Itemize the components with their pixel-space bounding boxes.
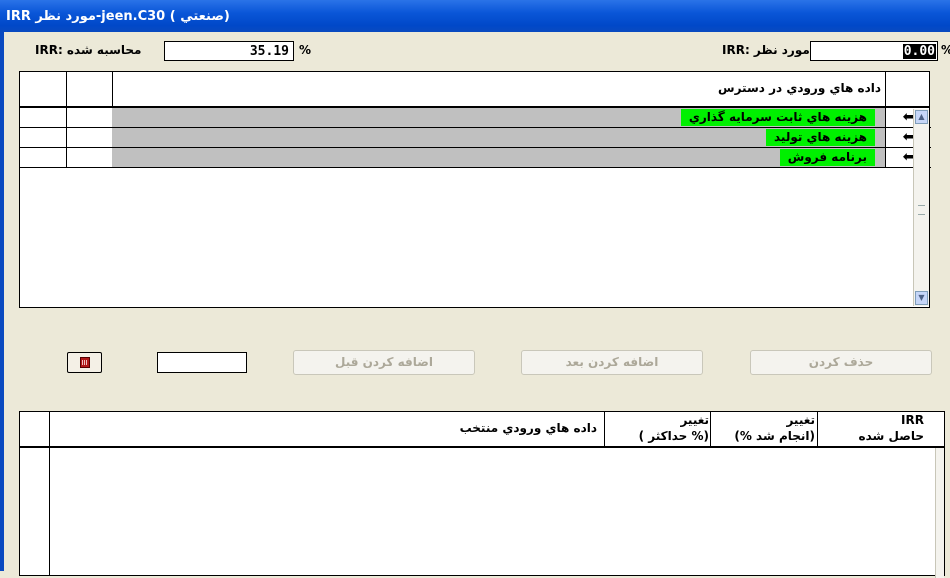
computed-irr-label: IRR: محاسبه شده bbox=[35, 43, 142, 57]
col-change-done-sub: (% انجام شد) bbox=[734, 429, 815, 443]
available-inputs-scrollbar[interactable]: ▲ ▼ bbox=[913, 109, 929, 306]
col-irr-title: IRR bbox=[901, 413, 924, 427]
scroll-up-icon[interactable]: ▲ bbox=[915, 110, 928, 124]
col-change-done-title: تغيير bbox=[786, 413, 815, 427]
available-inputs-title: داده هاي ورودي در دسترس bbox=[718, 81, 881, 95]
add-before-button[interactable]: اضافه كردن قبل bbox=[293, 350, 475, 375]
available-input-label: هزينه هاي ثابت سرمايه گذاري bbox=[680, 109, 875, 126]
available-input-row[interactable]: هزينه هاي ثابت سرمايه گذاري ⬅ bbox=[20, 108, 931, 128]
target-irr-value: 0.00 bbox=[902, 44, 936, 59]
computed-irr-field: 35.19 bbox=[164, 41, 294, 61]
calculator-button[interactable] bbox=[67, 352, 102, 373]
available-input-label: برنامه فروش bbox=[779, 149, 875, 166]
selected-inputs-header: داده هاي ورودي منتخب تغيير ( حداكثر %) ت… bbox=[20, 412, 944, 448]
step-input[interactable] bbox=[157, 352, 247, 373]
window-title: IRR مورد نظر-jeen.C30 ( صنعتي) bbox=[6, 9, 230, 24]
delete-button[interactable]: حذف كردن bbox=[750, 350, 932, 375]
calculator-icon bbox=[80, 357, 90, 368]
col-change-max-sub: ( حداكثر %) bbox=[638, 429, 709, 443]
available-input-label: هزينه هاي توليد bbox=[765, 129, 875, 146]
available-input-row[interactable]: برنامه فروش ⬅ bbox=[20, 148, 931, 168]
computed-irr-value: 35.19 bbox=[249, 44, 289, 59]
available-inputs-header: داده هاي ورودي در دسترس bbox=[20, 72, 929, 108]
window-titlebar[interactable]: IRR مورد نظر-jeen.C30 ( صنعتي) bbox=[0, 0, 950, 32]
available-inputs-grid[interactable]: داده هاي ورودي در دسترس هزينه هاي ثابت س… bbox=[19, 71, 931, 308]
scroll-down-icon[interactable]: ▼ bbox=[915, 291, 928, 305]
selected-inputs-divider bbox=[49, 448, 50, 575]
scroll-grip-icon bbox=[918, 205, 925, 215]
computed-irr-unit: % bbox=[299, 43, 312, 57]
col-selected-inputs: داده هاي ورودي منتخب bbox=[459, 421, 597, 435]
col-irr-sub: حاصل شده bbox=[858, 429, 924, 443]
available-input-row[interactable]: هزينه هاي توليد ⬅ bbox=[20, 128, 931, 148]
window-frame-left bbox=[0, 32, 4, 571]
col-change-max-title: تغيير bbox=[680, 413, 709, 427]
target-irr-unit: % bbox=[941, 43, 950, 57]
selected-inputs-scrollbar[interactable] bbox=[935, 448, 944, 578]
add-after-button[interactable]: اضافه كردن بعد bbox=[521, 350, 703, 375]
selected-inputs-grid[interactable]: داده هاي ورودي منتخب تغيير ( حداكثر %) ت… bbox=[19, 411, 945, 578]
target-irr-label: IRR: مورد نظر bbox=[722, 43, 810, 57]
target-irr-input[interactable]: 0.00 bbox=[810, 41, 938, 61]
